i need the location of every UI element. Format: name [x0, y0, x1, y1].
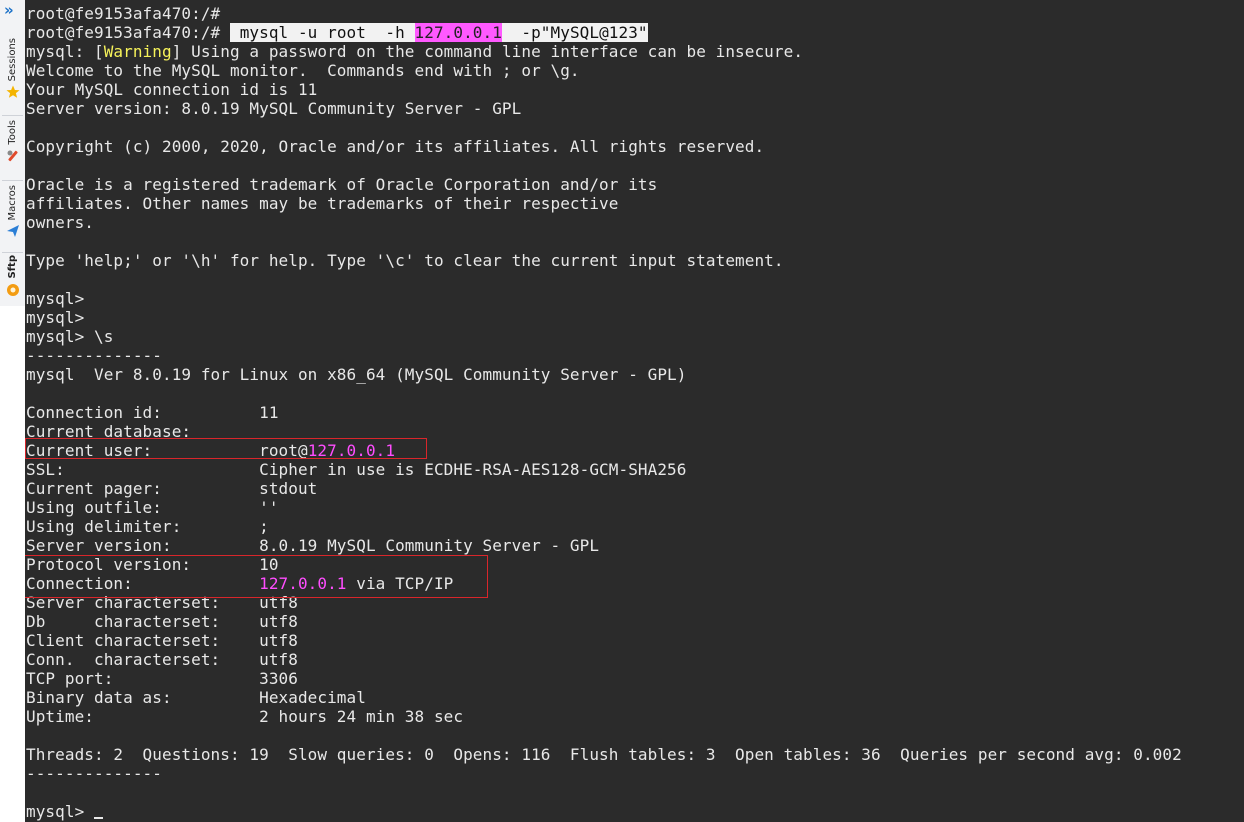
terminal-line: Db characterset: utf8 — [26, 612, 298, 631]
terminal[interactable]: root@fe9153afa470:/# root@fe9153afa470:/… — [25, 0, 1244, 822]
connection-line: Connection: 127.0.0.1 via TCP/IP — [26, 574, 454, 593]
terminal-line: Current pager: stdout — [26, 479, 318, 498]
tab-macros-label: Macros — [7, 185, 18, 221]
warning-line: mysql: [Warning] Using a password on the… — [26, 42, 804, 61]
terminal-line: Type 'help;' or '\h' for help. Type '\c'… — [26, 251, 784, 270]
terminal-line: mysql> \s — [26, 327, 114, 346]
terminal-output: root@fe9153afa470:/# root@fe9153afa470:/… — [26, 4, 1182, 821]
expand-arrows-icon[interactable]: » — [4, 2, 20, 18]
current-user-ip: 127.0.0.1 — [307, 441, 396, 460]
selected-command: mysql -u root -h 127.0.0.1 -p"MySQL@123" — [229, 23, 648, 42]
terminal-line: -------------- — [26, 346, 162, 365]
terminal-line: Welcome to the MySQL monitor. Commands e… — [26, 61, 580, 80]
current-user-line: Current user: root@127.0.0.1 — [26, 441, 396, 460]
tab-sftp[interactable]: Sftp — [0, 255, 25, 298]
terminal-line: Your MySQL connection id is 11 — [26, 80, 318, 99]
terminal-line: mysql> — [26, 308, 85, 327]
tab-tools[interactable]: Tools — [0, 120, 25, 164]
terminal-line: -------------- — [26, 764, 162, 783]
connection-ip: 127.0.0.1 — [259, 574, 347, 593]
star-icon — [5, 84, 21, 100]
terminal-line: Server version: 8.0.19 MySQL Community S… — [26, 536, 600, 555]
highlighted-ip: 127.0.0.1 — [414, 23, 502, 42]
terminal-line: SSL: Cipher in use is ECDHE-RSA-AES128-G… — [26, 460, 687, 479]
terminal-line: Protocol version: 10 — [26, 555, 279, 574]
terminal-line: Conn. characterset: utf8 — [26, 650, 298, 669]
tab-sessions[interactable]: Sessions — [0, 38, 25, 100]
terminal-line: Using outfile: '' — [26, 498, 279, 517]
terminal-line: TCP port: 3306 — [26, 669, 298, 688]
warning-word: Warning — [103, 42, 172, 61]
terminal-line: Server version: 8.0.19 MySQL Community S… — [26, 99, 522, 118]
tools-icon — [5, 148, 21, 164]
terminal-line: mysql> — [26, 289, 85, 308]
terminal-line: Uptime: 2 hours 24 min 38 sec — [26, 707, 464, 726]
final-prompt-line[interactable]: mysql> — [26, 802, 1182, 821]
terminal-line: owners. — [26, 213, 94, 232]
tab-tools-label: Tools — [7, 120, 18, 145]
tab-macros[interactable]: Macros — [0, 185, 25, 239]
side-panel: » Sessions Tools Macros Sftp — [0, 0, 26, 306]
tab-sessions-label: Sessions — [7, 38, 18, 82]
terminal-line: Client characterset: utf8 — [26, 631, 298, 650]
command-line: root@fe9153afa470:/# mysql -u root -h 12… — [26, 23, 1182, 42]
tab-sftp-label: Sftp — [7, 255, 18, 279]
terminal-line: Using delimiter: ; — [26, 517, 269, 536]
terminal-line: mysql Ver 8.0.19 for Linux on x86_64 (My… — [26, 365, 687, 384]
prompt-line: root@fe9153afa470:/# — [26, 4, 221, 23]
terminal-line: Threads: 2 Questions: 19 Slow queries: 0… — [26, 745, 1182, 764]
terminal-line: Server characterset: utf8 — [26, 593, 298, 612]
prompt: root@fe9153afa470:/# — [26, 23, 221, 42]
paper-plane-icon — [5, 223, 21, 239]
terminal-line: Binary data as: Hexadecimal — [26, 688, 366, 707]
terminal-line: Connection id: 11 — [26, 403, 279, 422]
terminal-line: Copyright (c) 2000, 2020, Oracle and/or … — [26, 137, 765, 156]
text-cursor — [94, 817, 103, 819]
terminal-line: Current database: — [26, 422, 192, 441]
terminal-line: Oracle is a registered trademark of Orac… — [26, 175, 658, 194]
sftp-icon — [5, 282, 21, 298]
terminal-line: affiliates. Other names may be trademark… — [26, 194, 619, 213]
